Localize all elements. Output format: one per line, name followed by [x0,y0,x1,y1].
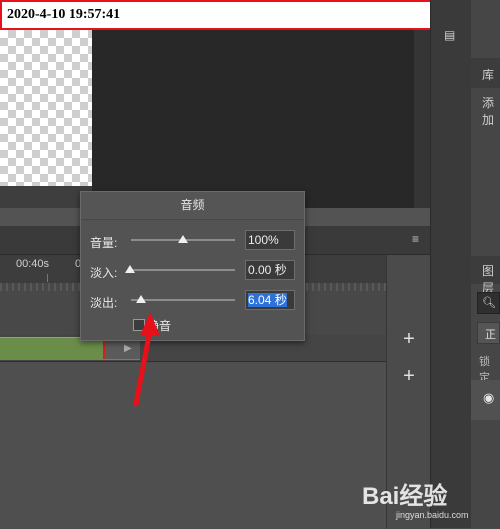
layers-label: 图层 [482,264,495,295]
fade-out-input[interactable]: 6.04 秒 [245,290,295,310]
timestamp-banner: 2020-4-10 19:57:41 [0,0,500,30]
eye-icon[interactable]: ◉ [483,390,494,406]
ruler-label: 00:40s [16,258,50,270]
volume-label: 音量: [90,236,118,250]
timeline-empty-area [0,361,386,529]
fade-in-slider-thumb[interactable] [125,265,135,273]
fade-out-value-selected: 6.04 秒 [248,293,287,307]
ruler-tick [47,274,48,282]
add-audio-button[interactable]: + [387,362,431,390]
library-label: 库 [482,68,495,82]
volume-slider-thumb[interactable] [178,235,188,243]
audio-popup: 音频 音量: 100% 淡入: 0.00 秒 淡出: 6.04 秒 静音 [80,191,305,341]
panel-dock-icons: ▤ [430,0,471,528]
baidu-jingyan-watermark: Bai经验 jingyan.baidu.com [362,482,469,520]
properties-icon[interactable]: ▤ [444,28,458,42]
watermark-text: Bai经验 [362,482,447,510]
audio-popup-title: 音频 [81,192,304,220]
fade-in-input[interactable]: 0.00 秒 [245,260,295,280]
fade-out-label: 淡出: [90,296,118,310]
fade-in-slider-track[interactable] [131,269,235,271]
volume-input[interactable]: 100% [245,230,295,250]
canvas-scrollbar[interactable] [414,30,430,208]
blend-mode-label: 正 [485,329,496,341]
add-media-button[interactable]: + [387,325,431,353]
document-canvas-area [0,30,430,208]
add-label[interactable]: 添加 [482,94,500,128]
right-panels: 库 添加 图层 🔍︎ 正 锁定 ◉ [471,0,500,528]
fade-in-label: 淡入: [90,266,118,280]
watermark-subtext: jingyan.baidu.com [395,510,469,520]
search-icon[interactable]: 🔍︎ [482,296,496,309]
annotation-arrow [133,312,160,407]
panel-menu-icon[interactable]: ≡ [412,233,424,245]
document-background [92,30,414,208]
transparent-canvas [0,30,92,186]
